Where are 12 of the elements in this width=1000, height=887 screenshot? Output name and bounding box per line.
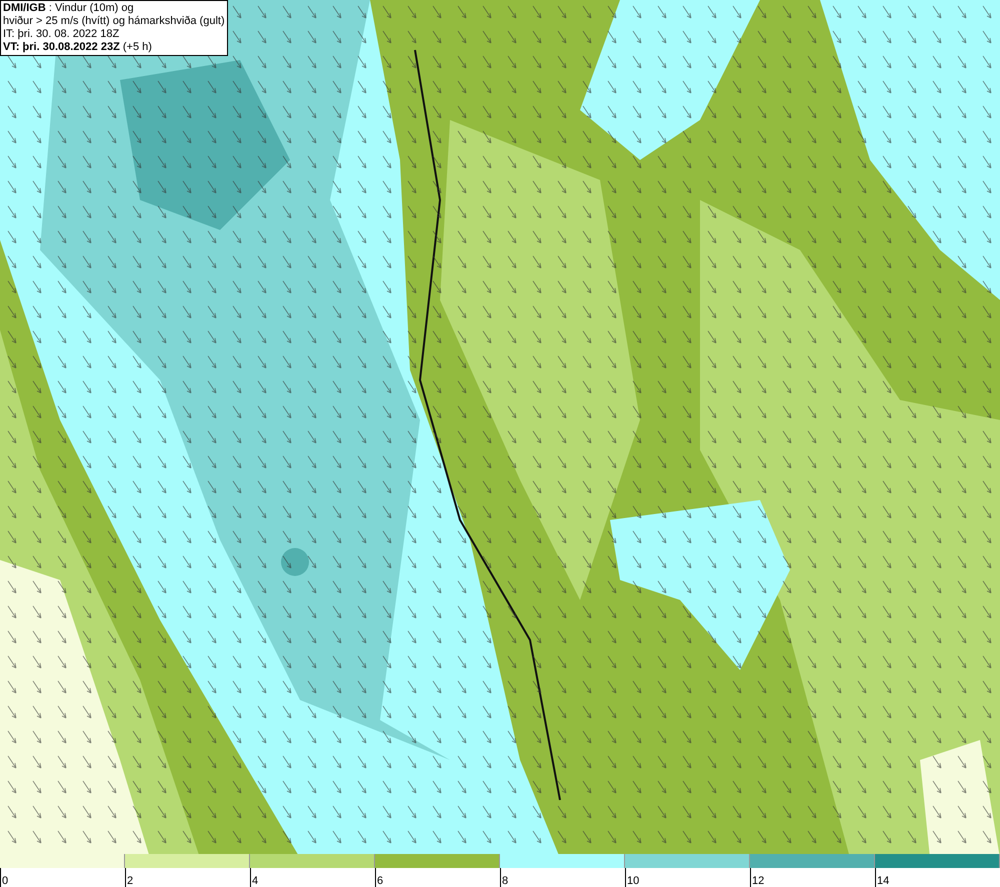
legend-label: 4: [251, 875, 260, 887]
title-text: DMI/IGB : Vindur (10m) og: [3, 2, 135, 15]
legend-label: 10: [626, 875, 640, 887]
legend-label: 0: [1, 875, 10, 887]
legend-label: 14: [876, 875, 890, 887]
legend-label: 8: [501, 875, 510, 887]
legend-label: 2: [126, 875, 134, 887]
legend-label: 6: [376, 875, 384, 887]
legend-label: 12: [751, 875, 766, 887]
title-text: hviður > 25 m/s (hvítt) og hámarkshviða (gult): [3, 15, 225, 28]
title-text: VT: þri. 30.08.2022 23Z (+5 h): [3, 41, 153, 54]
title-text: IT: þri. 30. 08. 2022 18Z: [3, 28, 120, 41]
